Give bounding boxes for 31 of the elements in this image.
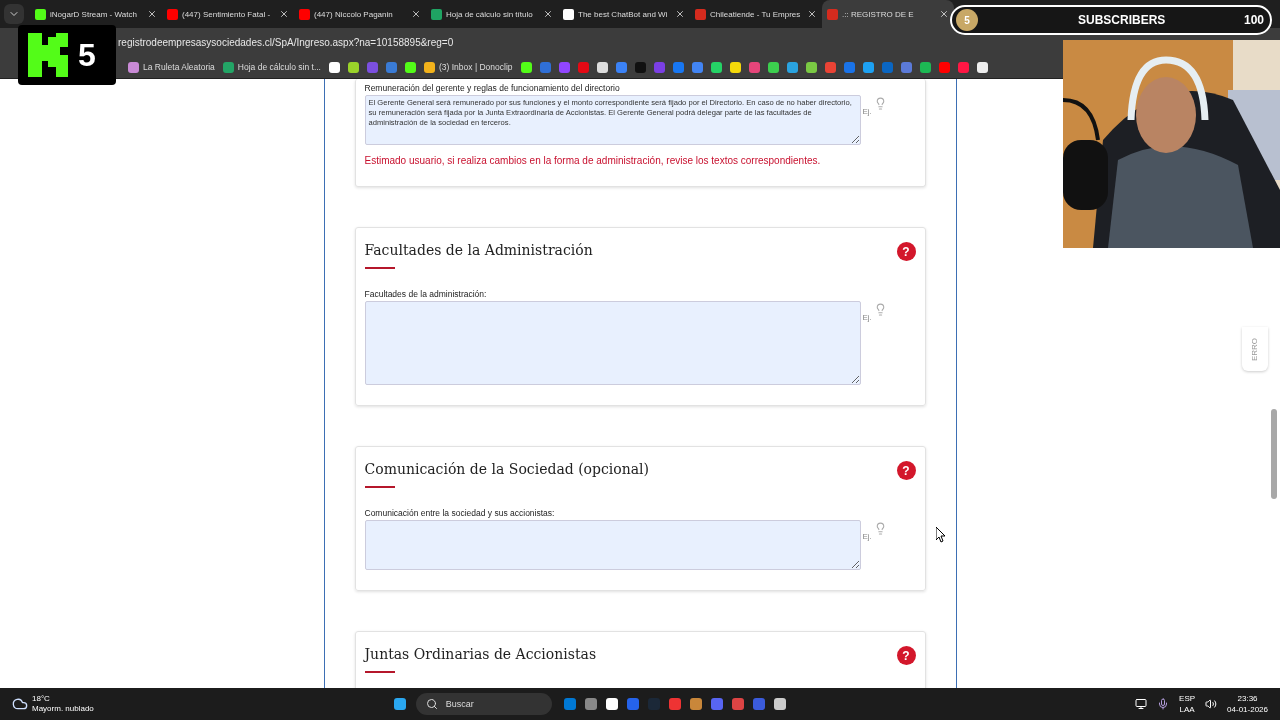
browser-tab[interactable]: The best ChatBot and Wi <box>558 0 690 28</box>
browser-tab[interactable]: iNogarD Stream - Watch <box>30 0 162 28</box>
section-title: Juntas Ordinarias de Accionistas <box>364 646 597 662</box>
warning-message: Estimado usuario, si realiza cambios en la forma de administración, revise los textos correspondientes. <box>364 155 822 166</box>
field-label: Remuneración del gerente y reglas de funcionamiento del directorio <box>364 83 621 93</box>
example-hint: Ej. <box>862 107 872 116</box>
example-hint: Ej. <box>862 313 872 322</box>
bookmark[interactable]: Hoja de cálculo sin t... <box>222 61 321 73</box>
browser-tab[interactable]: (447) Sentimiento Fatal - <box>162 0 294 28</box>
browser-tab[interactable]: Chileatiende - Tu Empres <box>690 0 822 28</box>
browser-tab[interactable]: (447) Niccolo Paganin <box>294 0 426 28</box>
subscriber-goal-bar: 5 SUBSCRIBERS 100 <box>950 5 1272 35</box>
example-hint: Ej. <box>862 532 872 541</box>
language-indicator[interactable]: ESP LAA <box>1179 693 1196 715</box>
taskbar-search[interactable]: Buscar <box>415 693 552 715</box>
browser-tab[interactable]: .:: REGISTRO DE E <box>822 0 954 28</box>
section-title: Comunicación de la Sociedad (opcional) <box>364 461 650 477</box>
browser-tab[interactable]: Hoja de cálculo sin título <box>426 0 558 28</box>
field-label: Facultades de la administración: <box>364 289 488 299</box>
address-bar[interactable]: registrodeempresasysociedades.cl/SpA/Ingreso.aspx?na=10158895&reg=0 <box>118 36 454 48</box>
bookmark[interactable]: (3) Inbox | Donoclip <box>424 61 513 73</box>
weather-widget[interactable]: 18°C Mayorm. nublado <box>32 694 94 714</box>
subscriber-count: 5 <box>956 9 978 31</box>
field-label: Comunicación entre la sociedad y sus accionistas: <box>364 508 556 518</box>
channel-logo: 5 <box>18 25 116 85</box>
help-button[interactable]: ? <box>896 242 916 261</box>
help-button[interactable]: ? <box>896 461 916 480</box>
clock[interactable]: 23:36 04-01-2026 <box>1227 693 1268 715</box>
help-button[interactable]: ? <box>896 646 916 665</box>
bookmark[interactable]: La Ruleta Aleatoria <box>128 61 215 73</box>
section-title: Facultades de la Administración <box>364 242 593 258</box>
